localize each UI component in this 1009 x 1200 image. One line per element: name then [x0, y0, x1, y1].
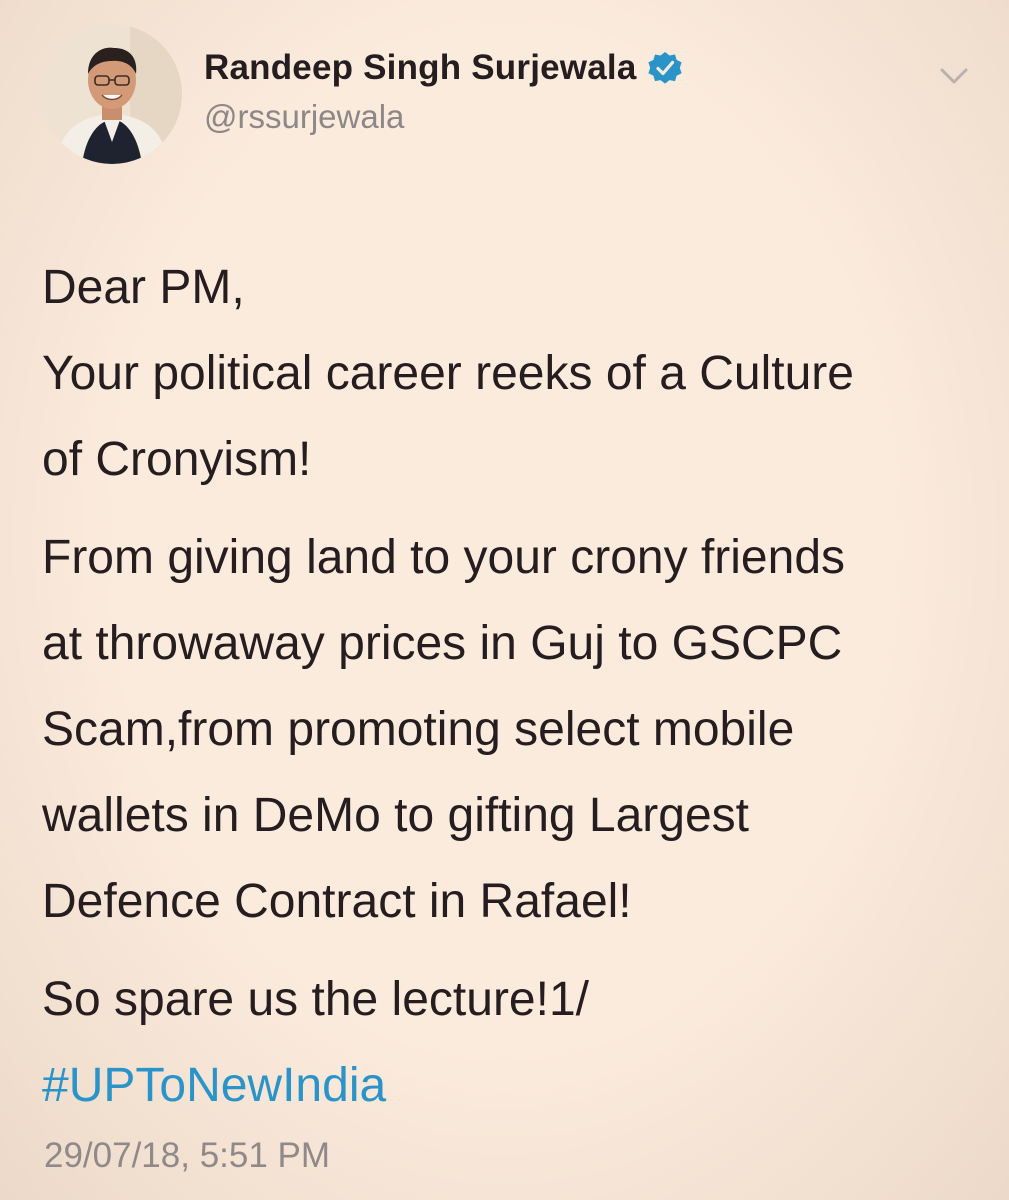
tweet-text-line: Dear PM, [42, 261, 245, 314]
tweet-timestamp[interactable]: 29/07/18, 5:51 PM [44, 1136, 330, 1176]
verified-badge-icon [646, 49, 684, 87]
avatar[interactable] [42, 24, 182, 164]
tweet-text-line: Your political career reeks of a Culture [42, 347, 854, 400]
tweet-text-line: So spare us the lecture!1/ [42, 973, 589, 1026]
tweet-text-line: Defence Contract in Rafael! [42, 875, 632, 928]
author-handle[interactable]: @rssurjewala [204, 98, 404, 136]
chevron-down-icon[interactable] [934, 62, 974, 90]
avatar-photo [42, 24, 182, 164]
tweet-text-line: From giving land to your crony friends [42, 531, 846, 584]
tweet-text: Dear PM, Your political career reeks of … [42, 245, 987, 1129]
tweet-text-line: at throwaway prices in Guj to GSCPC [42, 617, 843, 670]
author-display-name[interactable]: Randeep Singh Surjewala [204, 48, 636, 88]
tweet-text-line: Scam,from promoting select mobile [42, 703, 795, 756]
hashtag-link[interactable]: #UPToNewIndia [42, 1043, 987, 1129]
tweet-text-line: wallets in DeMo to gifting Largest [42, 789, 750, 842]
author-name-row[interactable]: Randeep Singh Surjewala [204, 46, 684, 90]
tweet-text-line: of Cronyism! [42, 433, 312, 486]
